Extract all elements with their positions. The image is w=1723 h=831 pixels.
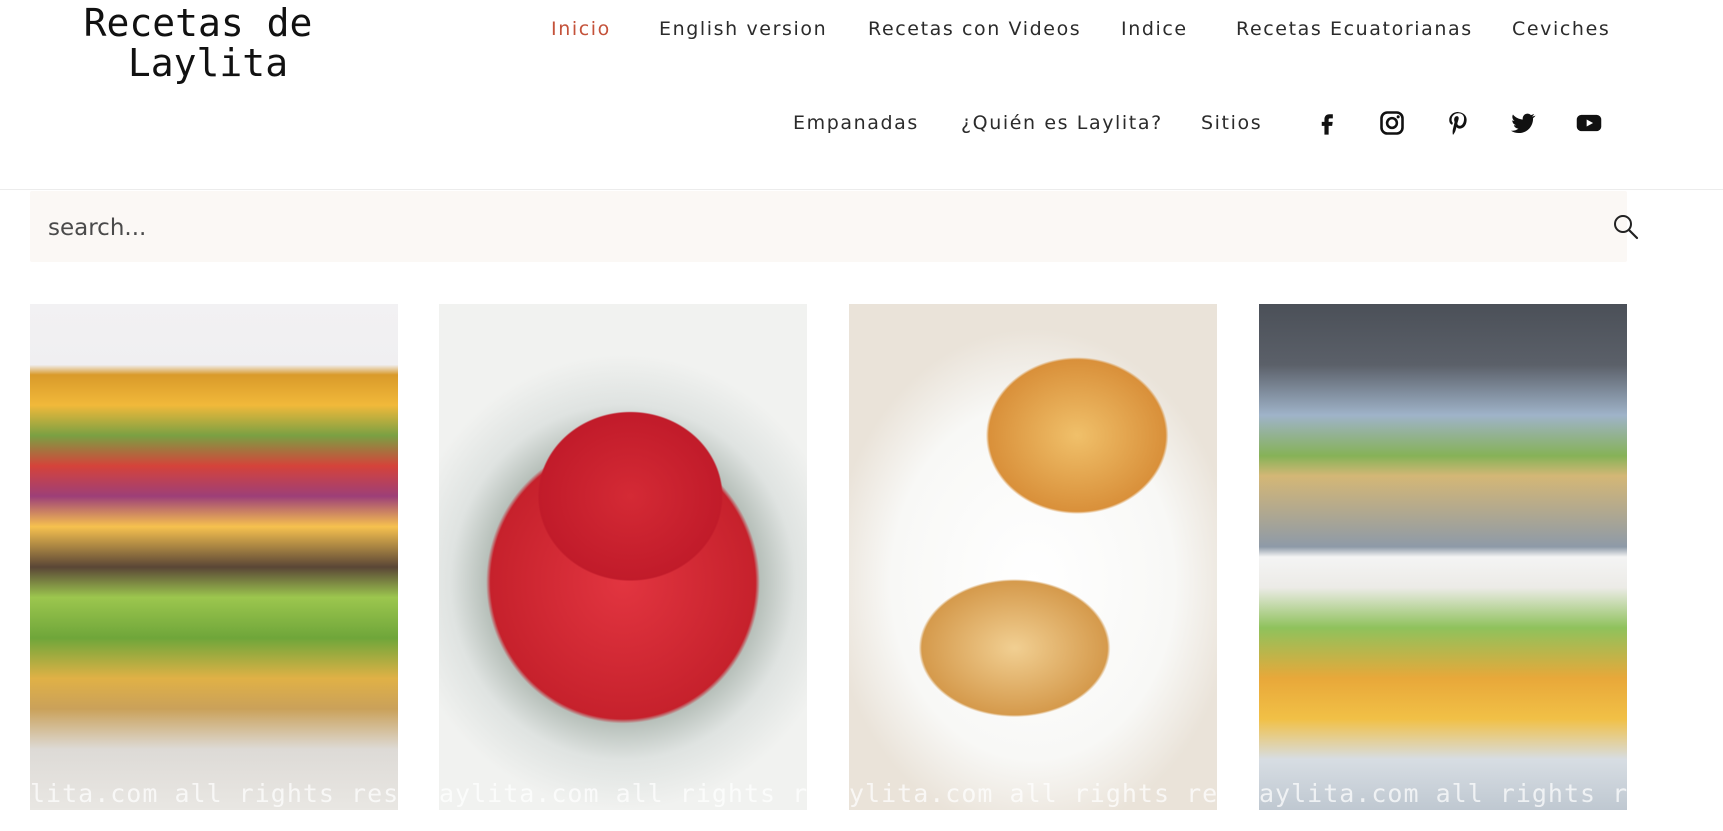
ecuadorian-appetizers-image: [1259, 304, 1627, 810]
facebook-icon[interactable]: [1311, 107, 1343, 139]
site-header: Recetas de Laylita Inicio English versio…: [0, 0, 1723, 190]
nav-ceviches[interactable]: Ceviches: [1512, 18, 1610, 40]
recipe-card[interactable]: lita.com all rights rese: [30, 304, 398, 810]
nav-recetas-ecuatorianas[interactable]: Recetas Ecuatorianas: [1236, 18, 1473, 40]
image-watermark: lita.com all rights rese: [30, 779, 398, 808]
croissants-image: [849, 304, 1217, 810]
nav-inicio[interactable]: Inicio: [551, 18, 611, 40]
logo-line-2: Laylita: [127, 41, 289, 85]
nav-english-version[interactable]: English version: [659, 18, 827, 40]
twitter-icon[interactable]: [1507, 107, 1539, 139]
instagram-icon[interactable]: [1376, 107, 1408, 139]
pinterest-icon[interactable]: [1442, 107, 1474, 139]
logo-line-1: Recetas de: [83, 1, 313, 45]
site-logo[interactable]: Recetas de Laylita: [68, 3, 328, 83]
nav-indice[interactable]: Indice: [1121, 18, 1188, 40]
recipe-card[interactable]: aylita.com all rights res: [439, 304, 807, 810]
nav-sitios[interactable]: Sitios: [1201, 112, 1262, 134]
nav-quien-es-laylita[interactable]: ¿Quién es Laylita?: [961, 112, 1163, 134]
nav-empanadas[interactable]: Empanadas: [793, 112, 919, 134]
youtube-icon[interactable]: [1573, 107, 1605, 139]
strawberry-jam-image: [439, 304, 807, 810]
image-watermark: aylita.com all rights res: [1259, 779, 1627, 808]
recipe-card[interactable]: aylita.com all rights res: [1259, 304, 1627, 810]
recipe-card[interactable]: ylita.com all rights rese: [849, 304, 1217, 810]
image-watermark: aylita.com all rights res: [439, 779, 807, 808]
patacon-burger-image: [30, 304, 398, 810]
image-watermark: ylita.com all rights rese: [849, 779, 1217, 808]
search-icon[interactable]: [1610, 211, 1642, 243]
search-bar: [30, 191, 1639, 262]
search-input[interactable]: [46, 208, 1530, 248]
nav-recetas-con-videos[interactable]: Recetas con Videos: [868, 18, 1081, 40]
